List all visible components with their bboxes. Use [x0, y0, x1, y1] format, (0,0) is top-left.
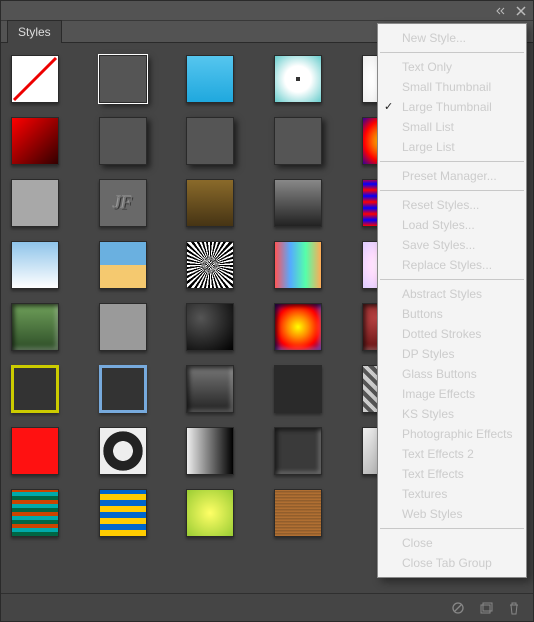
menu-item[interactable]: Abstract Styles [378, 284, 526, 304]
menu-item-label: KS Styles [402, 407, 454, 421]
menu-item[interactable]: Text Only [378, 57, 526, 77]
menu-separator [380, 52, 524, 53]
style-thumbnail[interactable] [11, 241, 59, 289]
menu-separator [380, 279, 524, 280]
style-thumbnail[interactable] [99, 303, 147, 351]
style-thumbnail[interactable] [11, 489, 59, 537]
menu-item[interactable]: Dotted Strokes [378, 324, 526, 344]
style-thumbnail[interactable] [99, 241, 147, 289]
menu-item-label: Large List [402, 140, 455, 154]
menu-item-label: Replace Styles... [402, 258, 492, 272]
style-thumbnail[interactable] [99, 117, 147, 165]
style-thumbnail[interactable] [274, 179, 322, 227]
style-thumbnail[interactable] [99, 427, 147, 475]
menu-item-label: Image Effects [402, 387, 475, 401]
style-thumbnail[interactable] [99, 55, 147, 103]
tab-styles[interactable]: Styles [7, 20, 62, 43]
menu-item-label: Text Effects 2 [402, 447, 474, 461]
style-thumbnail[interactable] [11, 427, 59, 475]
style-thumbnail[interactable] [11, 55, 59, 103]
menu-separator [380, 190, 524, 191]
style-thumbnail[interactable] [274, 365, 322, 413]
menu-item-label: Abstract Styles [402, 287, 482, 301]
style-thumbnail[interactable] [99, 489, 147, 537]
style-thumbnail[interactable] [186, 365, 234, 413]
menu-item[interactable]: Photographic Effects [378, 424, 526, 444]
collapse-icon[interactable] [495, 5, 507, 17]
menu-item: New Style... [378, 28, 526, 48]
menu-item[interactable]: Web Styles [378, 504, 526, 524]
menu-separator [380, 528, 524, 529]
panel-bottom-bar [1, 593, 533, 621]
style-thumbnail[interactable] [274, 55, 322, 103]
style-thumbnail[interactable]: JF [99, 179, 147, 227]
style-thumbnail[interactable] [11, 365, 59, 413]
style-thumbnail[interactable] [274, 241, 322, 289]
styles-panel: Styles JF New Style... Text Only Small Thu… [0, 0, 534, 622]
new-style-icon[interactable] [479, 601, 493, 615]
menu-item[interactable]: KS Styles [378, 404, 526, 424]
style-thumbnail[interactable] [186, 427, 234, 475]
style-thumbnail[interactable] [274, 303, 322, 351]
menu-item-label: Dotted Strokes [402, 327, 481, 341]
menu-item[interactable]: Replace Styles... [378, 255, 526, 275]
menu-item-label: Photographic Effects [402, 427, 513, 441]
style-thumbnail[interactable] [11, 117, 59, 165]
style-thumbnail[interactable] [11, 179, 59, 227]
menu-item-label: Preset Manager... [402, 169, 497, 183]
menu-item[interactable]: Load Styles... [378, 215, 526, 235]
menu-item-label: Textures [402, 487, 447, 501]
menu-item-label: Close Tab Group [402, 556, 492, 570]
menu-item-label: Text Effects [402, 467, 464, 481]
menu-item[interactable]: Textures [378, 484, 526, 504]
style-thumbnail[interactable] [99, 365, 147, 413]
menu-item-label: Small List [402, 120, 454, 134]
menu-item[interactable]: Text Effects [378, 464, 526, 484]
style-thumbnail[interactable] [186, 55, 234, 103]
menu-item-label: New Style... [402, 31, 466, 45]
menu-item-label: Close [402, 536, 433, 550]
menu-item-label: DP Styles [402, 347, 454, 361]
menu-item-label: Buttons [402, 307, 443, 321]
style-thumbnail[interactable] [186, 303, 234, 351]
menu-item[interactable]: Large List [378, 137, 526, 157]
menu-item[interactable]: Image Effects [378, 384, 526, 404]
menu-item[interactable]: Close Tab Group [378, 553, 526, 573]
style-thumbnail[interactable] [274, 427, 322, 475]
style-thumbnail[interactable] [186, 489, 234, 537]
style-thumbnail[interactable] [11, 303, 59, 351]
menu-item-label: Large Thumbnail [402, 100, 492, 114]
panel-top-bar [1, 1, 533, 21]
menu-item[interactable]: Close [378, 533, 526, 553]
menu-item[interactable]: ✓ Large Thumbnail [378, 97, 526, 117]
style-thumbnail[interactable] [186, 117, 234, 165]
menu-item-label: Text Only [402, 60, 452, 74]
menu-item-label: Reset Styles... [402, 198, 479, 212]
menu-item[interactable]: Buttons [378, 304, 526, 324]
menu-item[interactable]: Text Effects 2 [378, 444, 526, 464]
panel-flyout-menu: New Style... Text Only Small Thumbnail ✓ Lar… [377, 23, 527, 578]
menu-item[interactable]: Preset Manager... [378, 166, 526, 186]
menu-item-label: Save Styles... [402, 238, 475, 252]
menu-separator [380, 161, 524, 162]
menu-item[interactable]: Small List [378, 117, 526, 137]
style-thumbnail[interactable] [186, 179, 234, 227]
menu-item[interactable]: Small Thumbnail [378, 77, 526, 97]
style-thumbnail[interactable] [186, 241, 234, 289]
menu-item-label: Small Thumbnail [402, 80, 491, 94]
menu-item[interactable]: Save Styles... [378, 235, 526, 255]
menu-item-label: Glass Buttons [402, 367, 477, 381]
style-thumbnail[interactable] [274, 117, 322, 165]
close-icon[interactable] [515, 5, 527, 17]
clear-style-icon[interactable] [451, 601, 465, 615]
menu-item-label: Web Styles [402, 507, 462, 521]
check-icon: ✓ [384, 100, 393, 113]
menu-item-label: Load Styles... [402, 218, 475, 232]
style-thumbnail[interactable] [274, 489, 322, 537]
menu-item[interactable]: Reset Styles... [378, 195, 526, 215]
trash-icon[interactable] [507, 601, 521, 615]
menu-item[interactable]: Glass Buttons [378, 364, 526, 384]
menu-item[interactable]: DP Styles [378, 344, 526, 364]
